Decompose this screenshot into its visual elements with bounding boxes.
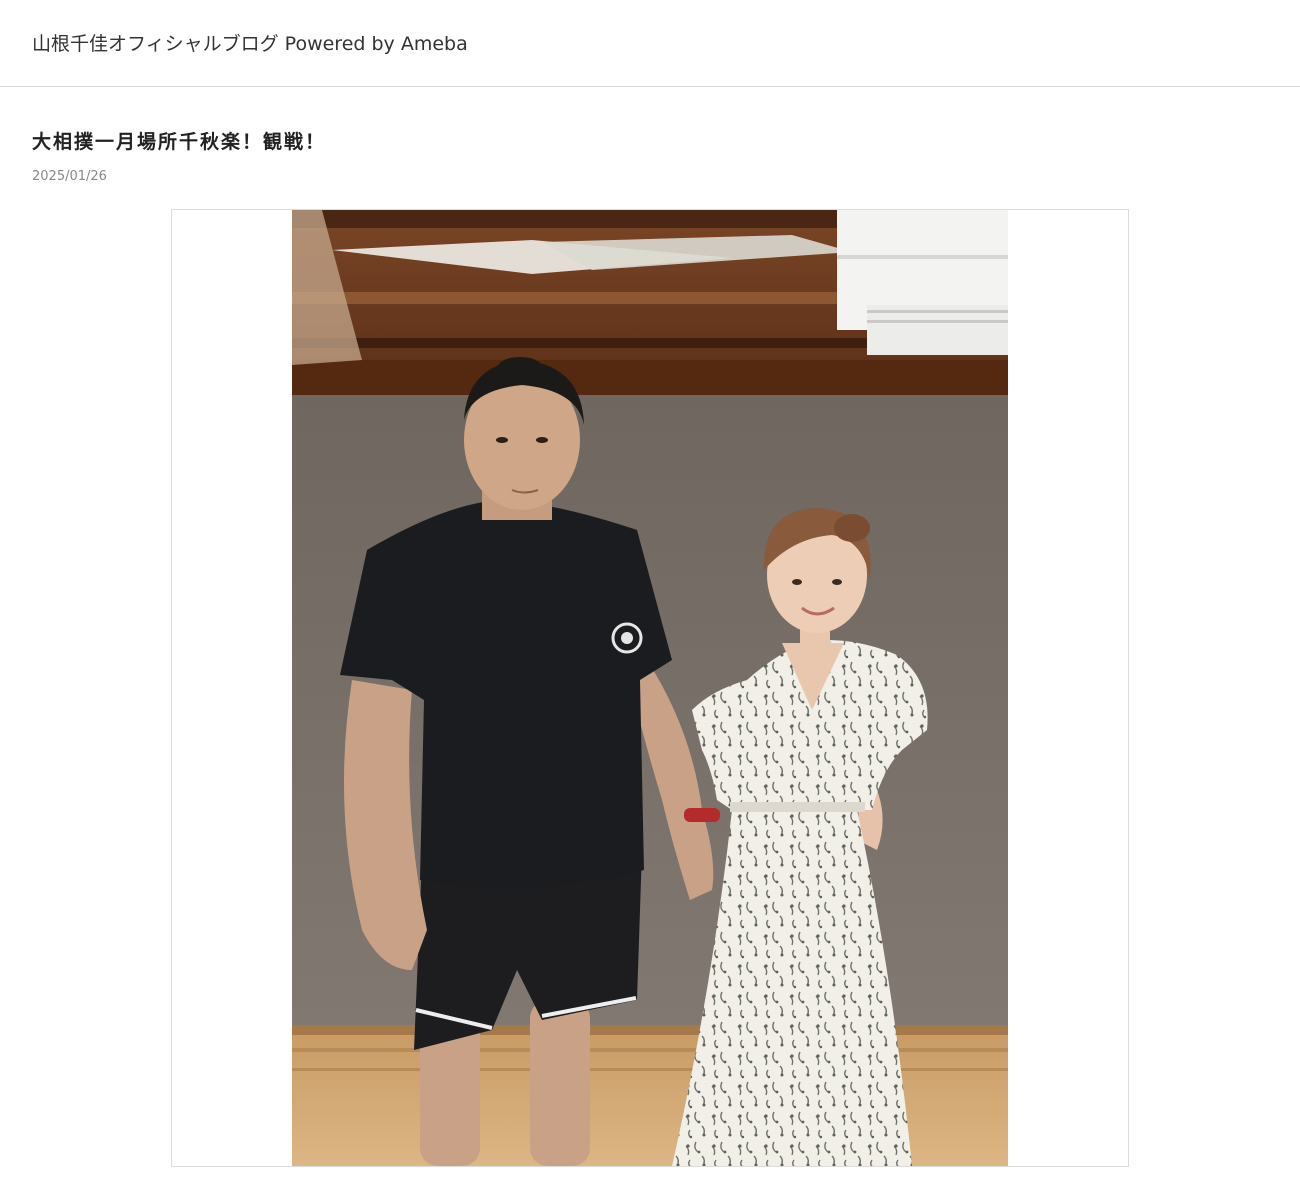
entry-date: 2025/01/26: [32, 169, 107, 184]
blog-header: 山根千佳オフィシャルブログ Powered by Ameba: [0, 0, 1300, 87]
entry-photo[interactable]: [292, 210, 1008, 1166]
blog-title-link[interactable]: 山根千佳オフィシャルブログ Powered by Ameba: [32, 31, 468, 57]
entry-title: 大相撲一月場所千秋楽！観戦！: [32, 131, 327, 153]
entry-photo-frame: [171, 209, 1129, 1167]
